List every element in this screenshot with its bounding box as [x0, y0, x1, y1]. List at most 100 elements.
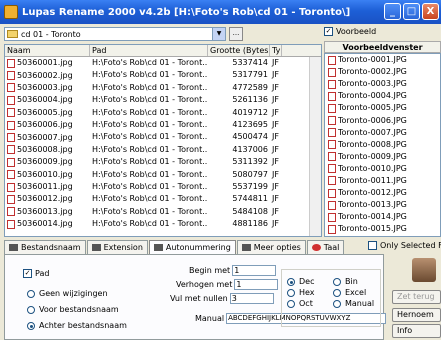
info-button[interactable]: Info — [392, 324, 441, 338]
preview-name: Toronto-0008.JPG — [338, 139, 407, 149]
radio-icon[interactable] — [333, 277, 341, 286]
file-name-cell: 50360009.jpg — [5, 156, 90, 168]
table-row[interactable]: 50360014.jpg H:\Foto's Rob\cd 01 - Toront… — [5, 218, 321, 230]
file-list[interactable]: Naam Pad Grootte (Bytes) Ty 50360001.jpg… — [4, 44, 322, 237]
column-header-type[interactable]: Ty — [270, 45, 282, 56]
table-row[interactable]: 50360008.jpg H:\Foto's Rob\cd 01 - Toront… — [5, 144, 321, 156]
column-header-naam[interactable]: Naam — [5, 45, 90, 56]
preview-checkbox[interactable]: ✓ — [324, 27, 333, 36]
only-selected-row[interactable]: Only Selected Files — [368, 241, 441, 250]
browse-button[interactable]: ... — [229, 27, 243, 41]
list-item[interactable]: Toronto-0004.JPG — [325, 90, 440, 102]
radio-icon[interactable] — [333, 299, 341, 308]
preview-header: Voorbeeldvenster — [324, 41, 441, 53]
list-item[interactable]: Toronto-0014.JPG — [325, 211, 440, 223]
table-row[interactable]: 50360010.jpg H:\Foto's Rob\cd 01 - Toront… — [5, 169, 321, 181]
radix-manual[interactable]: Manual — [333, 299, 374, 308]
table-row[interactable]: 50360001.jpg H:\Foto's Rob\cd 01 - Toront… — [5, 57, 321, 69]
table-row[interactable]: 50360003.jpg H:\Foto's Rob\cd 01 - Toront… — [5, 82, 321, 94]
file-path-cell: H:\Foto's Rob\cd 01 - Toront... — [92, 194, 208, 204]
radix-excel[interactable]: Excel — [333, 288, 366, 297]
list-item[interactable]: Toronto-0002.JPG — [325, 66, 440, 78]
radio-icon[interactable] — [287, 288, 295, 297]
file-type-cell: JF — [272, 119, 279, 129]
table-row[interactable]: 50360004.jpg H:\Foto's Rob\cd 01 - Toront… — [5, 94, 321, 106]
radix-label: Hex — [299, 288, 315, 297]
radix-label: Bin — [345, 277, 358, 286]
file-list-scrollbar[interactable] — [309, 57, 321, 236]
pad-checkbox[interactable]: ✓ — [23, 269, 32, 278]
table-row[interactable]: 50360005.jpg H:\Foto's Rob\cd 01 - Toront… — [5, 107, 321, 119]
jpg-file-icon — [328, 103, 336, 113]
option-label: Voor bestandsnaam — [39, 305, 119, 314]
table-row[interactable]: 50360012.jpg H:\Foto's Rob\cd 01 - Toront… — [5, 193, 321, 205]
jpg-file-icon — [328, 188, 336, 198]
table-row[interactable]: 50360006.jpg H:\Foto's Rob\cd 01 - Toront… — [5, 119, 321, 131]
radio-icon[interactable] — [287, 299, 295, 308]
file-type-cell: JF — [272, 132, 279, 142]
column-header-pad[interactable]: Pad — [90, 45, 208, 56]
list-item[interactable]: Toronto-0003.JPG — [325, 78, 440, 90]
file-name-cell: 50360001.jpg — [5, 57, 90, 69]
undo-button[interactable]: Zet terug — [392, 290, 441, 304]
tab-autonummering[interactable]: Autonummering — [148, 240, 236, 254]
table-row[interactable]: 50360007.jpg H:\Foto's Rob\cd 01 - Toront… — [5, 131, 321, 143]
rename-button[interactable]: Hernoem — [392, 308, 441, 322]
radio-icon[interactable] — [27, 289, 35, 298]
list-item[interactable]: Toronto-0012.JPG — [325, 187, 440, 199]
folder-select[interactable]: cd 01 - Toronto ▼ — [4, 27, 226, 41]
file-name-cell: 50360004.jpg — [5, 94, 90, 106]
step-input[interactable]: 1 — [234, 279, 279, 290]
column-header-size[interactable]: Grootte (Bytes) — [208, 45, 270, 56]
tab-taal[interactable]: Taal — [306, 240, 345, 254]
radix-bin[interactable]: Bin — [333, 277, 358, 286]
file-name-cell: 50360003.jpg — [5, 82, 90, 94]
list-item[interactable]: Toronto-0013.JPG — [325, 199, 440, 211]
folder-select-value: cd 01 - Toronto — [21, 29, 81, 39]
list-item[interactable]: Toronto-0005.JPG — [325, 102, 440, 114]
list-item[interactable]: Toronto-0001.JPG — [325, 54, 440, 66]
close-button[interactable]: X — [422, 3, 439, 20]
table-row[interactable]: 50360009.jpg H:\Foto's Rob\cd 01 - Toront… — [5, 156, 321, 168]
jpg-file-icon — [328, 91, 336, 101]
radio-icon[interactable] — [27, 321, 35, 330]
list-item[interactable]: Toronto-0015.JPG — [325, 223, 440, 235]
list-item[interactable]: Toronto-0011.JPG — [325, 175, 440, 187]
option-voor-bestandsnaam[interactable]: Voor bestandsnaam — [27, 305, 119, 314]
file-path-cell: H:\Foto's Rob\cd 01 - Toront... — [92, 119, 208, 129]
zeros-input[interactable]: 3 — [229, 293, 274, 304]
table-row[interactable]: 50360011.jpg H:\Foto's Rob\cd 01 - Toront… — [5, 181, 321, 193]
list-item[interactable]: Toronto-0008.JPG — [325, 139, 440, 151]
preview-name: Toronto-0010.JPG — [338, 163, 407, 173]
radio-icon[interactable] — [333, 288, 341, 297]
preview-list[interactable]: Toronto-0001.JPG Toronto-0002.JPG Toronto-… — [324, 53, 441, 237]
radix-dec[interactable]: Dec — [287, 277, 314, 286]
list-item[interactable]: Toronto-0006.JPG — [325, 114, 440, 126]
file-size-cell: 5080797 — [232, 169, 268, 179]
preview-checkbox-row[interactable]: ✓ Voorbeeld — [324, 27, 441, 36]
tab-meer-opties[interactable]: Meer opties — [236, 240, 306, 254]
option-geen-wijzigingen[interactable]: Geen wijzigingen — [27, 289, 108, 298]
list-item[interactable]: Toronto-0007.JPG — [325, 127, 440, 139]
list-item[interactable]: Toronto-0010.JPG — [325, 163, 440, 175]
maximize-button[interactable]: □ — [403, 3, 420, 20]
tab-bestandsnaam[interactable]: Bestandsnaam — [4, 240, 86, 254]
only-selected-checkbox[interactable] — [368, 241, 377, 250]
list-item[interactable]: Toronto-0009.JPG — [325, 151, 440, 163]
radio-icon[interactable] — [27, 305, 35, 314]
jpg-file-icon — [7, 120, 15, 130]
pad-checkbox-row[interactable]: ✓ Pad — [23, 269, 49, 278]
file-size-cell: 4772589 — [232, 82, 268, 92]
radix-hex[interactable]: Hex — [287, 288, 315, 297]
radix-oct[interactable]: Oct — [287, 299, 313, 308]
tab-extension[interactable]: Extension — [86, 240, 148, 254]
begin-input[interactable]: 1 — [232, 265, 277, 276]
table-row[interactable]: 50360013.jpg H:\Foto's Rob\cd 01 - Toront… — [5, 206, 321, 218]
jpg-file-icon — [7, 157, 15, 167]
radio-icon[interactable] — [287, 277, 295, 286]
minimize-button[interactable]: _ — [384, 3, 401, 20]
table-row[interactable]: 50360002.jpg H:\Foto's Rob\cd 01 - Toront… — [5, 69, 321, 81]
option-achter-bestandsnaam[interactable]: Achter bestandsnaam — [27, 321, 127, 330]
file-type-cell: JF — [272, 107, 279, 117]
chevron-down-icon[interactable]: ▼ — [212, 28, 225, 40]
